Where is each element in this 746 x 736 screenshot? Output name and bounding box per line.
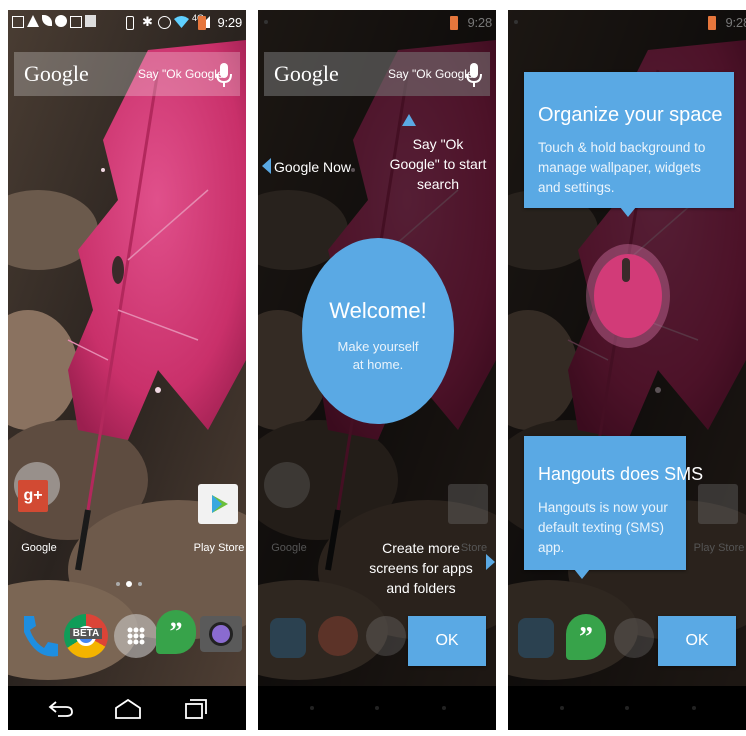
faded-label-play-store: Play Store (693, 542, 745, 554)
more-screens-tip: Create more screens for apps and folders (369, 540, 473, 596)
google-now-tip: Google Now (274, 159, 352, 175)
nav-dot (692, 706, 696, 710)
clock: 9:28 (467, 15, 492, 30)
google-plus-icon: g+ (18, 480, 48, 512)
ok-google-tip: Say "Ok Google" to start search (389, 136, 487, 192)
faded-play-store (448, 484, 488, 524)
chrome-beta-icon[interactable]: BETA (64, 614, 108, 658)
wifi-icon (174, 16, 189, 28)
ok-button[interactable]: OK (408, 616, 486, 666)
faded-phone-icon (518, 618, 554, 658)
faded-play-store (698, 484, 738, 524)
faded-google-folder (264, 462, 310, 508)
ok-button[interactable]: OK (658, 616, 736, 666)
battery-icon (708, 16, 716, 30)
mic-icon[interactable] (214, 61, 234, 89)
nav-dot (560, 706, 564, 710)
gallery-icon (12, 16, 24, 28)
app-drawer-icon[interactable] (114, 614, 158, 658)
play-store-app[interactable] (198, 478, 238, 526)
home-screen-panel: ✱ 4G 9:29 Google Say "Ok Google" g+ Goog… (8, 10, 246, 730)
status-bar: 9:28 (508, 10, 746, 36)
camera-icon[interactable] (200, 616, 242, 652)
back-icon[interactable] (48, 700, 74, 718)
clock: 9:29 (217, 15, 242, 30)
welcome-title: Welcome! (329, 298, 427, 323)
vibrate-icon (126, 16, 134, 30)
page-dot (116, 582, 120, 586)
page-indicator (116, 580, 146, 588)
touch-hold-indicator (586, 244, 670, 348)
beta-label: BETA (70, 628, 102, 639)
highlighted-hangouts-icon[interactable]: ” (566, 614, 606, 660)
nav-dot (442, 706, 446, 710)
mic-icon (466, 63, 482, 87)
arrow-left-icon (262, 158, 271, 174)
navigation-bar (8, 686, 246, 730)
page-dot (138, 582, 142, 586)
arrow-up-icon (402, 114, 416, 126)
faded-apps-icon (614, 618, 654, 658)
dock: BETA ” (8, 606, 246, 666)
card-pointer-down (574, 569, 590, 579)
warning-icon (27, 15, 39, 27)
nav-dot (310, 706, 314, 710)
leaf-spot (622, 258, 630, 282)
notification-icons (12, 15, 96, 28)
battery-icon (450, 16, 458, 30)
welcome-overlay-panel: 9:28 Google Say "Ok Google" Say "Ok Goog… (258, 10, 496, 730)
camera-lens (209, 622, 233, 646)
organize-tip-title: Organize your space (538, 104, 723, 126)
faded-apps-icon (366, 616, 406, 656)
app-label-google: Google (21, 542, 57, 554)
arrow-right-icon (486, 554, 495, 570)
home-icon[interactable] (114, 698, 142, 720)
phone-icon[interactable] (16, 612, 60, 662)
hangouts-tip-card: Hangouts does SMS Hangouts is now your d… (524, 436, 703, 570)
google-search-bar: Google Say "Ok Google" (264, 52, 490, 96)
image-icon (70, 16, 82, 28)
google-logo: Google (274, 61, 339, 86)
faded-chrome-icon (318, 616, 358, 656)
page-dot-active (126, 581, 132, 587)
google-search-bar[interactable]: Google Say "Ok Google" (14, 52, 240, 96)
hangouts-tip-title: Hangouts does SMS (538, 464, 704, 484)
flag-icon (85, 15, 96, 27)
navigation-bar (258, 686, 496, 730)
alarm-icon (158, 16, 171, 29)
organize-tip-card: Organize your space Touch & hold backgro… (524, 72, 734, 208)
clock: 9:28 (725, 15, 746, 30)
card-pointer-down (620, 207, 636, 217)
touch-hold-focus (594, 254, 662, 338)
google-logo: Google (24, 61, 89, 86)
recents-icon[interactable] (184, 698, 208, 720)
organize-tip-body: Touch & hold background to manage wallpa… (538, 140, 706, 195)
battery-icon (198, 16, 206, 30)
tips-overlay-panel: 9:28 Organize your space Touch & hold ba… (508, 10, 746, 730)
faded-label-google: Google (271, 542, 307, 554)
app-label-play-store: Play Store (193, 542, 245, 554)
status-dot (264, 20, 268, 24)
google-folder[interactable]: g+ (14, 462, 66, 532)
play-store-icon (198, 484, 238, 524)
status-bar: ✱ 4G 9:29 (8, 10, 246, 36)
leaf-icon (42, 15, 52, 26)
status-bar: 9:28 (258, 10, 496, 36)
faded-phone-icon (270, 618, 306, 658)
navigation-bar (508, 686, 746, 730)
welcome-body: Make yourself at home. (337, 339, 419, 372)
bluetooth-icon: ✱ (142, 14, 153, 29)
status-dot (514, 20, 518, 24)
nav-dot (375, 706, 379, 710)
welcome-bubble: Welcome! Make yourself at home. (302, 238, 454, 424)
nav-dot (625, 706, 629, 710)
hangouts-icon[interactable]: ” (156, 610, 196, 654)
hangouts-tip-body: Hangouts is now your default texting (SM… (538, 500, 668, 555)
hangouts-notification-icon (55, 15, 67, 27)
